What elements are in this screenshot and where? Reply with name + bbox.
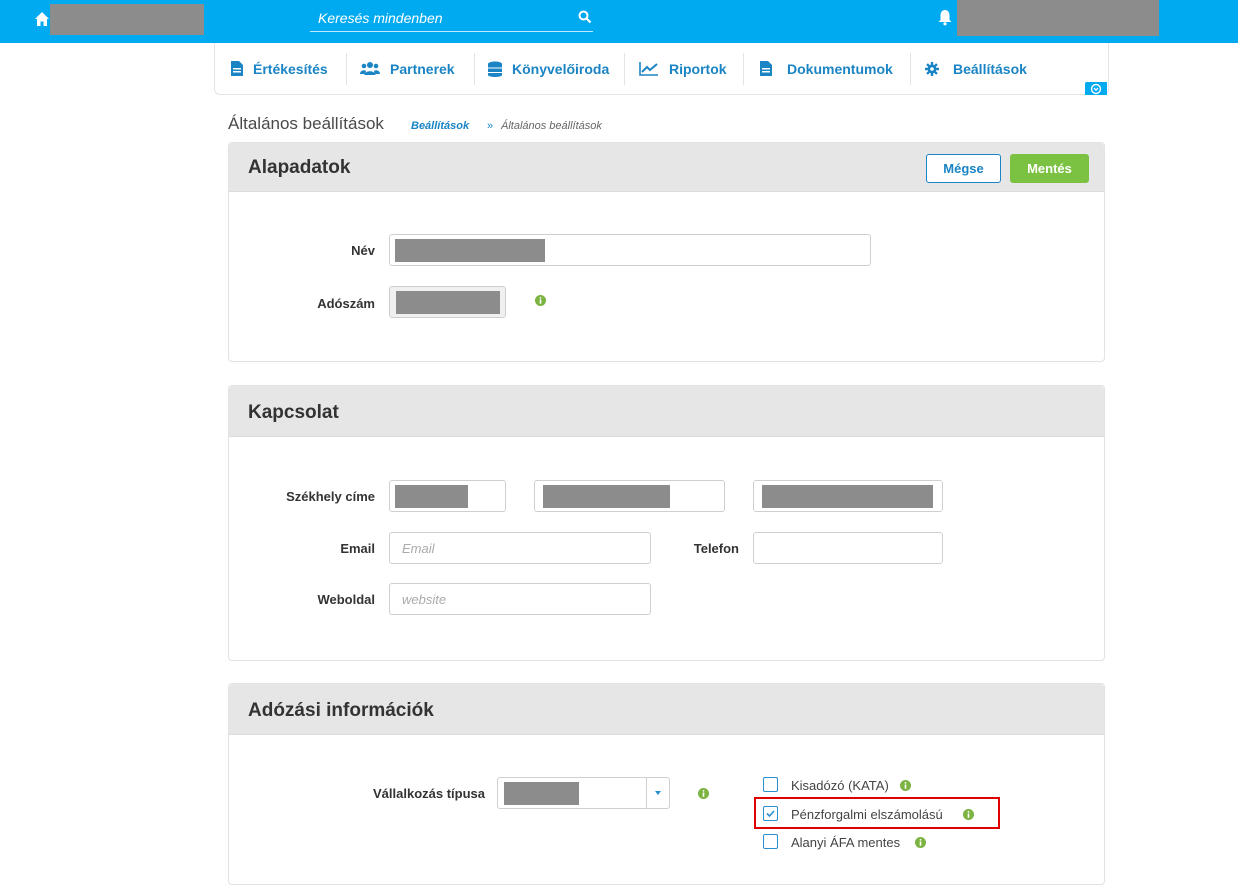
- search-icon[interactable]: [578, 10, 592, 24]
- vallalkozas-tipusa-label: Vállalkozás típusa: [373, 786, 485, 801]
- telefon-field[interactable]: [753, 532, 943, 564]
- nev-field[interactable]: [389, 234, 871, 266]
- zip-value-redacted: [395, 485, 468, 508]
- cancel-button[interactable]: Mégse: [926, 154, 1001, 183]
- nav-item-dokumentumok[interactable]: Dokumentumok: [760, 43, 893, 94]
- nav-label: Riportok: [669, 60, 727, 77]
- home-icon[interactable]: [34, 11, 50, 27]
- info-icon[interactable]: [535, 295, 546, 306]
- breadcrumb-link[interactable]: Beállítások: [411, 120, 469, 132]
- page-title: Általános beállítások: [228, 114, 384, 133]
- vallalkozas-tipusa-select[interactable]: [497, 777, 670, 809]
- checkbox-alanyi-afa[interactable]: [763, 834, 778, 849]
- adoszam-field[interactable]: [389, 286, 506, 318]
- user-company-name-redacted: [50, 4, 204, 35]
- database-icon: [488, 61, 502, 77]
- street-value-redacted: [762, 485, 933, 508]
- nav-label: Partnerek: [390, 60, 455, 77]
- panel-header: Adózási információk: [229, 684, 1104, 735]
- email-field[interactable]: Email: [389, 532, 651, 564]
- breadcrumb-separator: »: [487, 120, 494, 132]
- search-input[interactable]: Keresés mindenben: [310, 4, 593, 32]
- nav-item-riportok[interactable]: Riportok: [639, 43, 727, 94]
- select-arrow[interactable]: [646, 778, 669, 808]
- checkbox-kata-label: Kisadózó (KATA): [791, 778, 889, 793]
- city-value-redacted: [543, 485, 670, 508]
- szekhely-label: Székhely címe: [286, 489, 375, 504]
- nev-label: Név: [351, 243, 375, 258]
- adoszam-value-redacted: [396, 291, 500, 314]
- nav-divider: [743, 53, 744, 85]
- nav-item-konyveloiroda[interactable]: Könyvelőiroda: [488, 43, 609, 94]
- nav-divider: [346, 53, 347, 85]
- nav-label: Beállítások: [953, 60, 1027, 77]
- nav-item-beallitasok[interactable]: Beállítások: [925, 43, 1027, 94]
- chevron-down-icon: [655, 791, 661, 795]
- panel-title: Kapcsolat: [248, 402, 339, 423]
- weboldal-label: Weboldal: [317, 592, 375, 607]
- panel-title: Adózási információk: [248, 700, 434, 721]
- zip-field[interactable]: [389, 480, 506, 512]
- info-icon[interactable]: [900, 780, 911, 791]
- panel-header: Alapadatok Mégse Mentés: [229, 143, 1104, 192]
- nav-divider: [910, 53, 911, 85]
- weboldal-field[interactable]: website: [389, 583, 651, 615]
- checkbox-alanyi-afa-label: Alanyi ÁFA mentes: [791, 835, 901, 850]
- highlight-box: [754, 797, 1000, 829]
- nav-label: Értékesítés: [253, 60, 328, 77]
- nav-item-ertekesites[interactable]: Értékesítés: [231, 43, 328, 94]
- save-button[interactable]: Mentés: [1010, 154, 1089, 183]
- users-icon: [360, 62, 380, 75]
- nav-divider: [474, 53, 475, 85]
- telefon-label: Telefon: [693, 541, 739, 556]
- panel-header: Kapcsolat: [229, 386, 1104, 437]
- nav-divider: [624, 53, 625, 85]
- search-placeholder: Keresés mindenben: [318, 10, 443, 26]
- nav-item-partnerek[interactable]: Partnerek: [360, 43, 455, 94]
- weboldal-placeholder: website: [402, 592, 447, 607]
- email-label: Email: [340, 541, 375, 556]
- user-name-redacted: [957, 0, 1159, 36]
- checkbox-kata[interactable]: [763, 777, 778, 792]
- info-icon[interactable]: [698, 788, 709, 799]
- city-field[interactable]: [534, 480, 725, 512]
- info-icon[interactable]: [915, 837, 926, 848]
- nav-label: Dokumentumok: [787, 60, 893, 77]
- breadcrumb-current: Általános beállítások: [501, 120, 602, 132]
- panel-kapcsolat: Kapcsolat: [228, 385, 1105, 661]
- bell-icon[interactable]: [936, 8, 954, 26]
- nav-label: Könyvelőiroda: [512, 60, 610, 77]
- document-icon: [231, 61, 243, 76]
- nav-collapse-toggle[interactable]: [1085, 82, 1107, 95]
- chart-icon: [639, 62, 658, 76]
- select-value-redacted: [504, 782, 579, 805]
- panel-title: Alapadatok: [248, 157, 351, 178]
- adoszam-label: Adószám: [317, 296, 375, 311]
- street-field[interactable]: [753, 480, 943, 512]
- chevron-down-icon: [1090, 83, 1102, 95]
- email-placeholder: Email: [402, 541, 435, 556]
- nev-value-redacted: [395, 239, 545, 262]
- top-bar: Keresés mindenben: [0, 0, 1238, 43]
- document-icon: [760, 61, 772, 76]
- gear-icon: [925, 61, 939, 76]
- main-nav: Értékesítés Partnerek Könyvelőiroda Ripo…: [214, 43, 1109, 95]
